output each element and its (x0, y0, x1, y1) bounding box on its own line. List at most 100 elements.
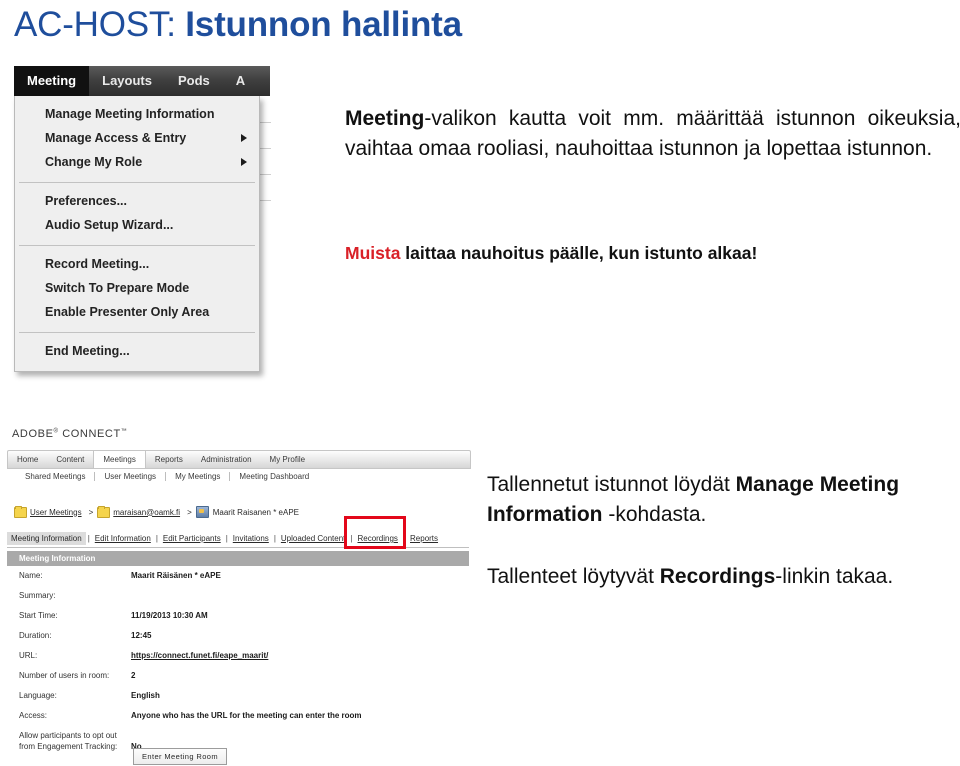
menu-option-record-meeting[interactable]: Record Meeting... (15, 252, 259, 276)
row-value-url-link[interactable]: https://connect.funet.fi/eape_maarit/ (131, 650, 268, 661)
paragraph-part-2: -linkin takaa. (775, 565, 894, 588)
reminder-note: Muista laittaa nauhoitus päälle, kun ist… (345, 241, 960, 265)
table-row: Access: Anyone who has the URL for the m… (7, 710, 469, 721)
intro-paragraph-body: -valikon kautta voit mm. määrittää istun… (345, 107, 960, 160)
meeting-room-icon (195, 506, 209, 518)
folder-icon (97, 505, 111, 518)
meeting-information-table: Name: Maarit Räisänen * eAPE Summary: St… (7, 570, 469, 761)
subnav-my-meetings[interactable]: My Meetings (166, 472, 229, 481)
menu-option-label: Change My Role (45, 155, 143, 169)
table-row: Language: English (7, 690, 469, 701)
dropdown-group-3: Record Meeting... Switch To Prepare Mode… (15, 246, 259, 332)
row-label: Name: (19, 571, 43, 580)
dropdown-group-1: Manage Meeting Information Manage Access… (15, 96, 259, 182)
menu-item-meeting[interactable]: Meeting (14, 66, 90, 96)
meeting-information-panel-header: Meeting Information (7, 551, 469, 566)
tab-administration[interactable]: Administration (192, 452, 261, 467)
subnav-shared-meetings[interactable]: Shared Meetings (16, 472, 94, 481)
menu-option-preferences[interactable]: Preferences... (15, 189, 259, 213)
action-link-edit-information[interactable]: Edit Information (92, 532, 154, 545)
paragraph-part-2: -kohdasta. (602, 503, 707, 526)
menu-option-label: End Meeting... (45, 344, 130, 358)
menu-bar-items: Meeting Layouts Pods A (14, 66, 258, 96)
submenu-arrow-icon (241, 134, 247, 142)
subnav-user-meetings[interactable]: User Meetings (95, 472, 165, 481)
intro-paragraph-bold-lead: Meeting (345, 107, 425, 130)
meeting-dropdown-menu: Manage Meeting Information Manage Access… (14, 96, 260, 372)
menu-option-audio-setup-wizard[interactable]: Audio Setup Wizard... (15, 213, 259, 237)
breadcrumb-current-room: Maarit Raisanen * eAPE (212, 507, 299, 517)
menu-option-manage-access-entry[interactable]: Manage Access & Entry (15, 126, 259, 150)
adobe-connect-tab-bar: Home Content Meetings Reports Administra… (7, 450, 471, 469)
breadcrumb: User Meetings > maraisan@oamk.fi > Maari… (14, 505, 299, 518)
action-link-edit-participants[interactable]: Edit Participants (160, 532, 224, 545)
page-title-main: Istunnon hallinta (185, 5, 462, 44)
table-row: Allow participants to opt out from Engag… (7, 730, 469, 752)
table-row: URL: https://connect.funet.fi/eape_maari… (7, 650, 469, 661)
recordings-highlight-annotation (344, 516, 406, 549)
subnav-meeting-dashboard[interactable]: Meeting Dashboard (230, 472, 318, 481)
row-value: 12:45 (131, 631, 152, 640)
breadcrumb-separator: > (187, 507, 192, 517)
adobe-connect-subnav: Shared Meetings User Meetings My Meeting… (16, 472, 318, 481)
recordings-location-paragraph: Tallennetut istunnot löydät Manage Meeti… (487, 470, 957, 530)
tab-meetings[interactable]: Meetings (93, 451, 146, 468)
reminder-note-highlight: Muista (345, 243, 401, 263)
table-row: Summary: (7, 590, 469, 601)
recordings-link-paragraph: Tallenteet löytyvät Recordings-linkin ta… (487, 562, 927, 592)
adobe-connect-logo: ADOBE® CONNECT™ (12, 428, 127, 440)
menu-option-label: Switch To Prepare Mode (45, 281, 190, 295)
action-link-meeting-information[interactable]: Meeting Information (7, 532, 86, 545)
row-label: Duration: (19, 631, 52, 640)
row-label: Language: (19, 691, 57, 700)
action-link-invitations[interactable]: Invitations (230, 532, 272, 545)
breadcrumb-separator: > (88, 507, 94, 517)
menu-item-audio-truncated[interactable]: A (223, 66, 258, 96)
table-row: Duration: 12:45 (7, 630, 469, 641)
tab-my-profile[interactable]: My Profile (261, 452, 315, 467)
row-label: Summary: (19, 591, 56, 600)
reminder-note-rest: laittaa nauhoitus päälle, kun istunto al… (400, 243, 758, 263)
dropdown-group-2: Preferences... Audio Setup Wizard... (15, 183, 259, 245)
tab-home[interactable]: Home (8, 452, 47, 467)
logo-connect: CONNECT (58, 428, 121, 440)
row-label: Access: (19, 711, 48, 720)
menu-option-enable-presenter-only-area[interactable]: Enable Presenter Only Area (15, 300, 259, 324)
logo-adobe: ADOBE (12, 428, 54, 440)
application-menu-bar: Meeting Layouts Pods A (14, 66, 270, 96)
menu-option-label: Audio Setup Wizard... (45, 218, 174, 232)
tab-reports[interactable]: Reports (146, 452, 192, 467)
breadcrumb-user-folder[interactable]: maraisan@oamk.fi (113, 508, 180, 517)
menu-option-manage-meeting-information[interactable]: Manage Meeting Information (15, 102, 259, 126)
menu-item-pods[interactable]: Pods (165, 66, 223, 96)
tab-content[interactable]: Content (47, 452, 93, 467)
page-title-prefix: AC-HOST: (14, 5, 186, 44)
row-label: Allow participants to opt out from Engag… (19, 731, 118, 751)
table-row: Number of users in room: 2 (7, 670, 469, 681)
intro-paragraph: Meeting-valikon kautta voit mm. määrittä… (345, 104, 960, 164)
menu-option-change-my-role[interactable]: Change My Role (15, 150, 259, 174)
menu-option-end-meeting[interactable]: End Meeting... (15, 339, 259, 363)
submenu-arrow-icon (241, 158, 247, 166)
menu-option-switch-to-prepare-mode[interactable]: Switch To Prepare Mode (15, 276, 259, 300)
row-value: Maarit Räisänen * eAPE (131, 571, 221, 580)
breadcrumb-user-meetings[interactable]: User Meetings (30, 508, 82, 517)
page-title: AC-HOST: Istunnon hallinta (14, 2, 462, 48)
row-value: 2 (131, 671, 136, 680)
adobe-connect-screenshot: ADOBE® CONNECT™ Home Content Meetings Re… (0, 420, 475, 766)
paragraph-part-1: Tallenteet löytyvät (487, 565, 660, 588)
row-value: English (131, 691, 160, 700)
folder-icon (14, 505, 27, 518)
action-link-uploaded-content[interactable]: Uploaded Content (278, 532, 349, 545)
menu-item-layouts[interactable]: Layouts (89, 66, 165, 96)
row-label: URL: (19, 651, 38, 660)
enter-meeting-room-button[interactable]: Enter Meeting Room (133, 748, 227, 765)
menu-option-label: Enable Presenter Only Area (45, 305, 210, 319)
row-label: Start Time: (19, 611, 58, 620)
menu-option-label: Manage Meeting Information (45, 107, 215, 121)
action-link-reports[interactable]: Reports (407, 532, 441, 545)
menu-option-label: Manage Access & Entry (45, 131, 187, 145)
table-row: Start Time: 11/19/2013 10:30 AM (7, 610, 469, 621)
paragraph-bold-term: Recordings (659, 565, 776, 588)
table-row: Name: Maarit Räisänen * eAPE (7, 570, 469, 581)
